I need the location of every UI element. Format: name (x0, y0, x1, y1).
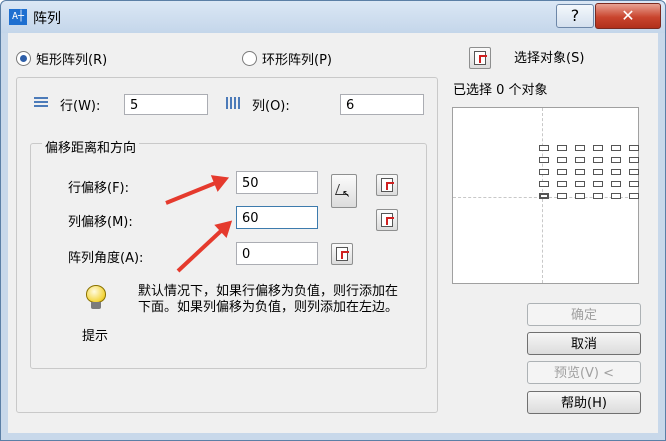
select-objects-button[interactable] (469, 47, 491, 69)
close-button[interactable]: ✕ (595, 3, 661, 29)
preview-array-item (575, 181, 585, 187)
array-angle-input[interactable]: 0 (236, 242, 318, 265)
radio-selected-icon (16, 51, 31, 66)
preview-array-item (575, 145, 585, 151)
pick-both-offsets-button[interactable] (331, 174, 357, 208)
preview-array-item (575, 157, 585, 163)
preview-array-item (629, 145, 639, 151)
preview-array-item (575, 169, 585, 175)
cancel-button[interactable]: 取消 (527, 332, 641, 355)
column-offset-input[interactable]: 60 (236, 206, 318, 229)
offset-group-title: 偏移距离和方向 (42, 137, 140, 156)
preview-array-item (593, 169, 603, 175)
help-button[interactable]: 帮助(H) (527, 391, 641, 414)
preview-array-item (593, 181, 603, 187)
pick-column-offset-button[interactable] (376, 209, 398, 231)
preview-array-item (539, 193, 549, 199)
columns-label: 列(O): (252, 99, 290, 114)
ok-button[interactable]: 确定 (527, 303, 641, 326)
columns-icon (226, 97, 240, 109)
column-offset-label: 列偏移(M): (68, 215, 133, 230)
array-preview (452, 107, 639, 284)
columns-input[interactable]: 6 (340, 94, 424, 115)
tip-text: 默认情况下，如果行偏移为负值，则行添加在下面。如果列偏移为负值，则列添加在左边。 (138, 284, 399, 315)
rect-array-radio[interactable]: 矩形阵列(R) (16, 49, 107, 68)
preview-array-item (557, 145, 567, 151)
lightbulb-icon (86, 285, 106, 309)
row-offset-input[interactable]: 50 (236, 171, 318, 194)
preview-array-item (611, 181, 621, 187)
rows-icon (34, 97, 48, 109)
preview-array-item (629, 169, 639, 175)
autocad-app-icon: A┼ (9, 9, 27, 25)
preview-button[interactable]: 预览(V) < (527, 361, 641, 384)
select-objects-label[interactable]: 选择对象(S) (514, 47, 584, 66)
array-angle-label: 阵列角度(A): (68, 251, 144, 266)
preview-array-item (611, 145, 621, 151)
pick-angle-button[interactable] (331, 243, 353, 265)
preview-array-item (539, 181, 549, 187)
rows-label: 行(W): (60, 99, 101, 114)
preview-array-item (629, 181, 639, 187)
rect-array-label: 矩形阵列(R) (36, 53, 108, 68)
window-title: 阵列 (33, 11, 61, 27)
preview-array-item (593, 157, 603, 163)
preview-array-item (539, 157, 549, 163)
preview-array-item (557, 157, 567, 163)
preview-array-item (593, 193, 603, 199)
polar-array-label: 环形阵列(P) (262, 53, 332, 68)
preview-array-item (539, 145, 549, 151)
dialog-body: 矩形阵列(R) 环形阵列(P) 行(W): 5 列(O): 6 偏移距离和方向 … (8, 33, 658, 433)
radio-unselected-icon (242, 51, 257, 66)
preview-array-item (557, 169, 567, 175)
preview-array-item (557, 181, 567, 187)
array-dialog: A┼ 阵列 ? ✕ 矩形阵列(R) 环形阵列(P) 行(W): 5 列(O): … (0, 0, 666, 441)
tip-label: 提示 (82, 329, 109, 344)
preview-array-item (629, 193, 639, 199)
preview-array-item (611, 169, 621, 175)
row-offset-label: 行偏移(F): (68, 181, 130, 196)
preview-array-item (629, 157, 639, 163)
preview-array-item (539, 169, 549, 175)
rows-input[interactable]: 5 (124, 94, 208, 115)
preview-array-item (557, 193, 567, 199)
polar-array-radio[interactable]: 环形阵列(P) (242, 49, 332, 68)
preview-array-item (611, 157, 621, 163)
help-title-button[interactable]: ? (556, 4, 594, 28)
pick-row-offset-button[interactable] (376, 174, 398, 196)
title-bar[interactable]: A┼ 阵列 ? ✕ (1, 1, 665, 33)
preview-array-item (575, 193, 585, 199)
preview-array-item (593, 145, 603, 151)
selection-status: 已选择 0 个对象 (453, 83, 548, 98)
preview-array-item (611, 193, 621, 199)
